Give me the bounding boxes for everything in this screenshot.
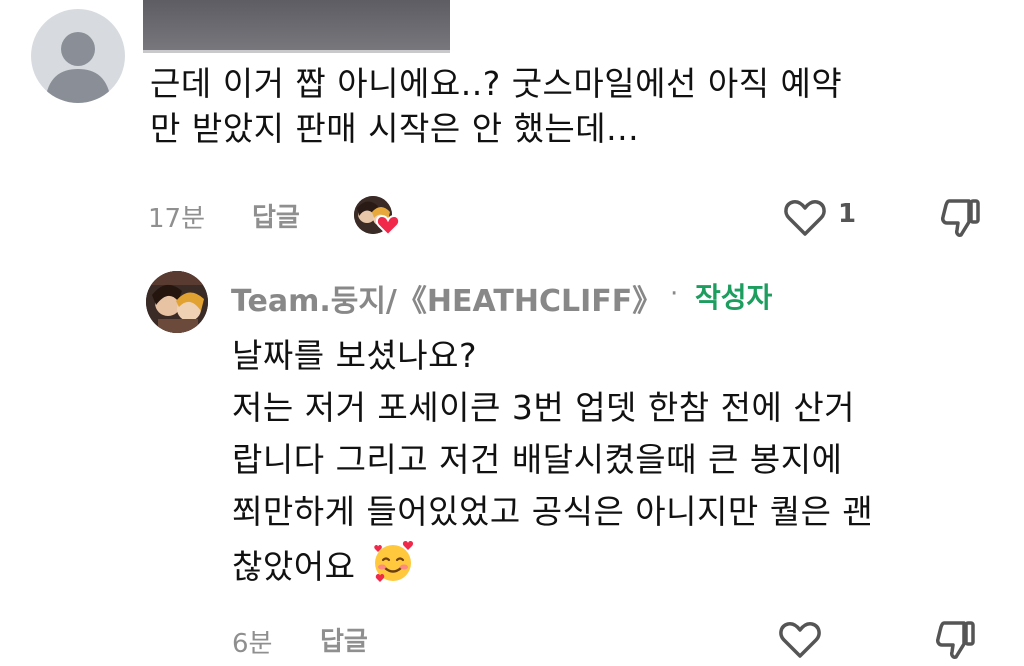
attached-image[interactable]	[143, 0, 450, 53]
author-badge: 작성자	[695, 281, 773, 314]
author-name[interactable]: Team.둥지/《HEATHCLIFF》	[231, 276, 662, 320]
smiling-face-with-hearts-emoji	[374, 541, 414, 582]
reply-button[interactable]: 답글	[252, 197, 300, 234]
comment-line: 근데 이거 짭 아니에요..? 굿스마일에선 아직 예약	[150, 64, 843, 103]
thumbs-down-icon[interactable]	[939, 196, 983, 240]
comment-text: 근데 이거 짭 아니에요..? 굿스마일에선 아직 예약 만 받았지 판매 시작…	[150, 61, 842, 151]
comment-timestamp: 17분	[148, 204, 206, 234]
like-heart-icon[interactable]	[783, 198, 827, 238]
reply-line: 저는 저거 포세이큰 3번 업뎃 한참 전에 산거	[232, 388, 856, 427]
like-count: 1	[838, 199, 857, 229]
like-heart-icon[interactable]	[778, 620, 822, 660]
reply-line: 쬐만하게 들어있었고 공식은 아니지만 퀄은 괜	[232, 492, 874, 531]
reply-line: 랍니다 그리고 저건 배달시켰을때 큰 봉지에	[232, 440, 843, 479]
reply-line: 찮았어요	[232, 547, 356, 586]
comment-line: 만 받았지 판매 시작은 안 했는데...	[150, 109, 640, 148]
reply-line: 날짜를 보셨나요?	[232, 336, 478, 375]
thumbs-down-icon[interactable]	[934, 618, 978, 662]
reply-line-last: 찮았어요	[232, 538, 873, 593]
default-person-icon	[45, 32, 111, 103]
commenter-avatar[interactable]	[31, 9, 125, 103]
reply-text: 날짜를 보셨나요? 저는 저거 포세이큰 3번 업뎃 한참 전에 산거 랍니다 …	[232, 330, 873, 593]
reply-button[interactable]: 답글	[320, 621, 368, 658]
reply-timestamp: 6분	[232, 629, 273, 659]
author-avatar[interactable]	[146, 271, 208, 333]
character-avatar-icon	[146, 271, 208, 333]
author-separator: ·	[670, 279, 679, 309]
red-heart-reaction-icon	[376, 214, 400, 236]
